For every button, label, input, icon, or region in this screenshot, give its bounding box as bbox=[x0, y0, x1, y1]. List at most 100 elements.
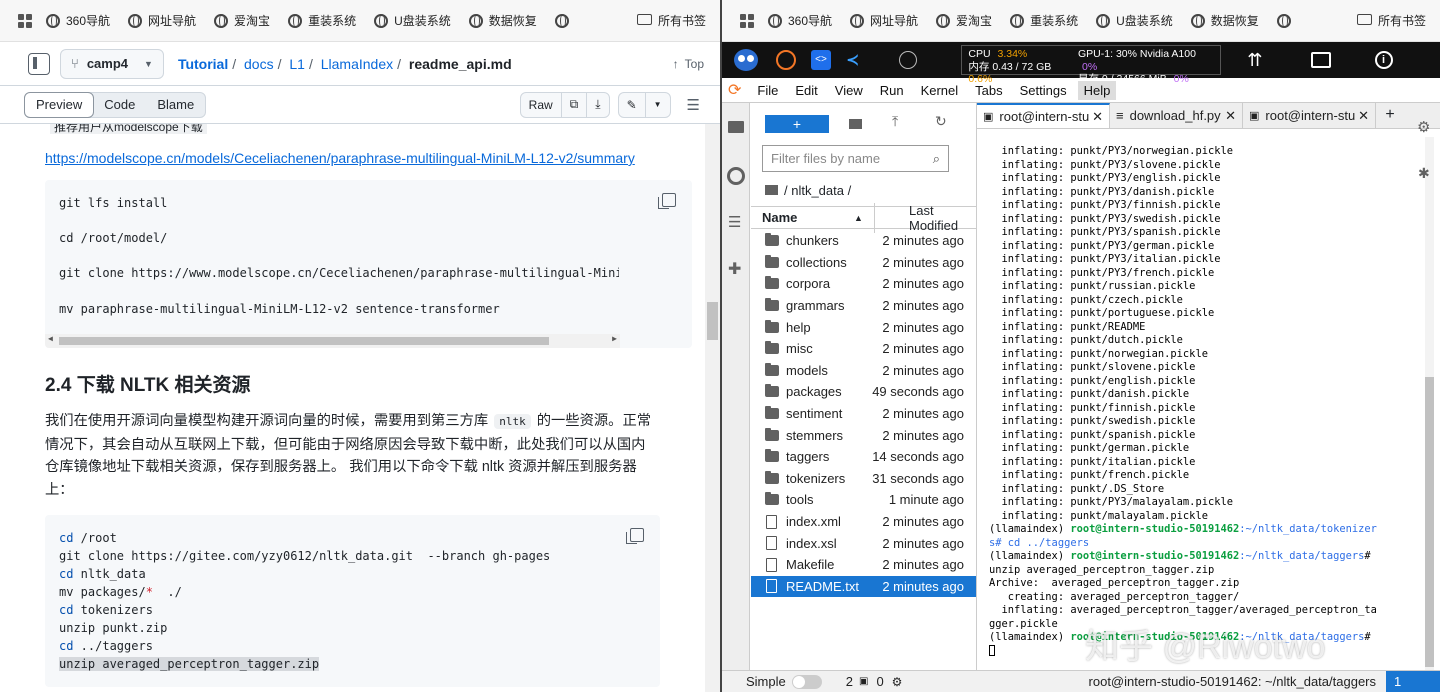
scroll-left-icon[interactable]: ◀ bbox=[48, 334, 53, 343]
file-row[interactable]: grammars 2 minutes ago bbox=[751, 295, 976, 317]
file-row[interactable]: sentiment 2 minutes ago bbox=[751, 403, 976, 425]
col-name[interactable]: Name bbox=[751, 210, 854, 225]
top-button[interactable]: ↑ Top bbox=[673, 57, 704, 71]
info-icon[interactable]: i bbox=[1374, 51, 1393, 69]
file-row[interactable]: packages 49 seconds ago bbox=[751, 381, 976, 403]
download-button[interactable]: ⤓ bbox=[586, 91, 610, 118]
scroll-right-icon[interactable]: ▶ bbox=[612, 334, 617, 343]
toc-icon[interactable]: ☰ bbox=[728, 213, 741, 231]
page-scrollbar-thumb[interactable] bbox=[707, 302, 718, 340]
copy-raw-button[interactable]: ⧉ bbox=[560, 91, 588, 118]
image-icon[interactable] bbox=[1310, 52, 1331, 68]
model-link[interactable]: https://modelscope.cn/models/Ceceliachen… bbox=[45, 150, 665, 166]
close-icon[interactable]: ✕ bbox=[1225, 108, 1236, 124]
file-row[interactable]: Makefile 2 minutes ago bbox=[751, 554, 976, 576]
bookmark-shuju[interactable]: 数据恢复 bbox=[468, 12, 537, 29]
simple-mode-toggle[interactable] bbox=[791, 674, 822, 689]
bookmark-chongzhuang[interactable]: 重装系统 bbox=[1010, 12, 1078, 29]
debugger-icon[interactable]: ✱ bbox=[1418, 165, 1430, 182]
menu-run[interactable]: Run bbox=[880, 83, 904, 98]
file-row[interactable]: stemmers 2 minutes ago bbox=[751, 424, 976, 446]
file-browser-icon[interactable] bbox=[728, 121, 744, 133]
tab-code[interactable]: Code bbox=[93, 93, 146, 117]
upload-cloud-icon[interactable]: ⇈ bbox=[1247, 50, 1262, 71]
menu-view[interactable]: View bbox=[835, 83, 863, 98]
all-bookmarks[interactable]: 所有书签 bbox=[1356, 12, 1426, 29]
file-row[interactable]: misc 2 minutes ago bbox=[751, 338, 976, 360]
file-row[interactable]: models 2 minutes ago bbox=[751, 360, 976, 382]
sort-up-icon[interactable]: ▲ bbox=[854, 213, 874, 223]
bookmark-wangzhi[interactable]: 网址导航 bbox=[128, 12, 196, 29]
branch-select[interactable]: ⑂ camp4 ▼ bbox=[60, 48, 164, 79]
tab-terminal-1[interactable]: ▣ root@intern-stu ✕ bbox=[977, 103, 1110, 128]
jupyter-app-icon[interactable] bbox=[776, 50, 796, 70]
bookmark-aitaobao[interactable]: 爱淘宝 bbox=[936, 12, 992, 29]
edit-more-button[interactable]: ▼ bbox=[644, 91, 671, 118]
terminal-scrollbar-thumb[interactable] bbox=[1425, 377, 1434, 667]
close-icon[interactable]: ✕ bbox=[1092, 109, 1103, 125]
scrollbar-thumb[interactable] bbox=[59, 337, 549, 345]
file-row[interactable]: README.txt 2 minutes ago bbox=[751, 575, 976, 598]
copy-icon[interactable] bbox=[626, 528, 644, 544]
horizontal-scrollbar[interactable]: ◀ ▶ bbox=[45, 334, 620, 348]
owl-logo-icon[interactable] bbox=[728, 45, 764, 75]
crumb-l1[interactable]: L1 bbox=[289, 56, 305, 72]
file-row[interactable]: tools 1 minute ago bbox=[751, 489, 976, 511]
bookmark-extra[interactable] bbox=[1276, 13, 1297, 28]
terminal-output[interactable]: inflating: punkt/PY3/norwegian.pickle in… bbox=[989, 145, 1419, 658]
page-scrollbar[interactable] bbox=[705, 124, 720, 692]
tab-blame[interactable]: Blame bbox=[146, 93, 205, 117]
crumb-docs[interactable]: docs bbox=[244, 56, 274, 72]
filter-box[interactable]: Filter files by name ⌕ bbox=[762, 145, 949, 172]
bookmark-360[interactable]: 360导航 bbox=[46, 12, 110, 29]
menu-tabs[interactable]: Tabs bbox=[975, 83, 1002, 98]
menu-kernel[interactable]: Kernel bbox=[921, 83, 959, 98]
property-inspector-icon[interactable]: ⚙ bbox=[1417, 118, 1430, 136]
raw-button[interactable]: Raw bbox=[519, 91, 562, 118]
menu-help[interactable]: Help bbox=[1077, 80, 1117, 100]
bookmark-upan[interactable]: U盘装系统 bbox=[1096, 12, 1173, 29]
tab-terminal-2[interactable]: ▣ root@intern-stu ✕ bbox=[1243, 103, 1376, 128]
file-row[interactable]: index.xsl 2 minutes ago bbox=[751, 532, 976, 554]
file-row[interactable]: taggers 14 seconds ago bbox=[751, 446, 976, 468]
terminal-scrollbar[interactable] bbox=[1425, 137, 1434, 677]
compass-icon[interactable] bbox=[899, 51, 918, 69]
new-launcher-button[interactable]: + bbox=[765, 115, 829, 133]
tab-preview[interactable]: Preview bbox=[24, 91, 95, 118]
bookmark-extra[interactable] bbox=[554, 13, 575, 28]
menu-settings[interactable]: Settings bbox=[1020, 83, 1067, 98]
crumb-llamaindex[interactable]: LlamaIndex bbox=[321, 56, 393, 72]
outline-icon[interactable]: ☰ bbox=[687, 96, 700, 114]
extensions-icon[interactable]: ✚ bbox=[728, 259, 741, 279]
apps-grid-icon[interactable] bbox=[18, 13, 32, 28]
bookmark-360[interactable]: 360导航 bbox=[768, 12, 832, 29]
add-tab-icon[interactable]: + bbox=[1376, 103, 1404, 128]
bookmark-aitaobao[interactable]: 爱淘宝 bbox=[214, 12, 270, 29]
bookmark-shuju[interactable]: 数据恢复 bbox=[1190, 12, 1259, 29]
edit-button[interactable]: ✎ bbox=[617, 91, 646, 118]
running-icon[interactable] bbox=[727, 167, 745, 185]
upload-icon[interactable]: ⤒ bbox=[892, 113, 898, 130]
sidebar-toggle-icon[interactable] bbox=[28, 52, 50, 75]
bookmark-chongzhuang[interactable]: 重装系统 bbox=[288, 12, 356, 29]
new-folder-icon[interactable] bbox=[849, 119, 862, 129]
tab-download-hf[interactable]: ≡ download_hf.py ✕ bbox=[1110, 103, 1243, 128]
col-modified[interactable]: Last Modified bbox=[874, 202, 976, 233]
file-row[interactable]: tokenizers 31 seconds ago bbox=[751, 468, 976, 490]
copy-icon[interactable] bbox=[658, 193, 676, 209]
file-row[interactable]: chunkers 2 minutes ago bbox=[751, 230, 976, 252]
vscode-icon[interactable]: ≺ bbox=[846, 50, 859, 70]
apps-grid-icon[interactable] bbox=[740, 13, 754, 28]
bookmark-wangzhi[interactable]: 网址导航 bbox=[850, 12, 918, 29]
file-row[interactable]: collections 2 minutes ago bbox=[751, 252, 976, 274]
bookmark-upan[interactable]: U盘装系统 bbox=[374, 12, 451, 29]
menu-edit[interactable]: Edit bbox=[795, 83, 817, 98]
close-icon[interactable]: ✕ bbox=[1358, 108, 1369, 124]
menu-file[interactable]: File bbox=[757, 83, 778, 98]
file-row[interactable]: index.xml 2 minutes ago bbox=[751, 511, 976, 533]
refresh-icon[interactable]: ↻ bbox=[935, 113, 947, 130]
all-bookmarks[interactable]: 所有书签 bbox=[636, 12, 706, 29]
vscode-tile-icon[interactable]: <> bbox=[811, 50, 831, 70]
file-row[interactable]: corpora 2 minutes ago bbox=[751, 273, 976, 295]
file-row[interactable]: help 2 minutes ago bbox=[751, 316, 976, 338]
